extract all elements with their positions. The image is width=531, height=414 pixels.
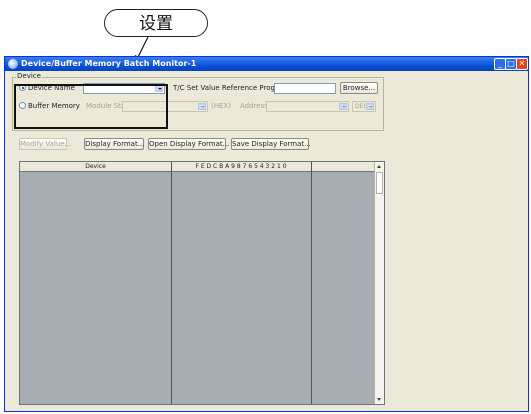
address-label: Address [240, 102, 268, 110]
column-divider [311, 162, 312, 404]
scroll-thumb[interactable] [376, 172, 383, 194]
title-bar[interactable]: Device/Buffer Memory Batch Monitor-1 _ □… [5, 57, 528, 71]
column-device: Device [85, 163, 106, 170]
grid-header: Device F E D C B A 9 8 7 6 5 4 3 2 1 0 [20, 162, 384, 172]
address-format-select[interactable]: DEC [352, 101, 376, 112]
browse-button[interactable]: Browse... [340, 82, 378, 94]
column-value [312, 162, 375, 171]
modify-value-button[interactable]: Modify Value... [19, 138, 71, 150]
device-group-label: Device [16, 72, 42, 80]
column-divider [171, 162, 172, 404]
vertical-scrollbar[interactable] [374, 162, 384, 404]
tc-program-label: T/C Set Value Reference Program [173, 84, 289, 92]
scroll-down-icon[interactable] [377, 398, 381, 401]
address-combo[interactable] [266, 101, 349, 112]
tc-program-field[interactable] [274, 83, 336, 94]
app-icon [8, 59, 18, 69]
callout-bubble: 设置 [104, 9, 208, 37]
chevron-down-icon[interactable] [198, 103, 206, 110]
save-display-format-button[interactable]: Save Display Format... [231, 138, 311, 150]
callout-text: 设置 [139, 14, 173, 34]
module-start-unit: (HEX) [211, 102, 231, 110]
chevron-down-icon[interactable] [339, 103, 347, 110]
scroll-up-icon[interactable] [377, 165, 381, 168]
device-grid[interactable]: Device F E D C B A 9 8 7 6 5 4 3 2 1 0 [19, 161, 385, 405]
display-format-button[interactable]: Display Format... [84, 138, 144, 150]
window-title: Device/Buffer Memory Batch Monitor-1 [21, 59, 197, 68]
column-bits: F E D C B A 9 8 7 6 5 4 3 2 1 0 [195, 163, 287, 170]
open-display-format-button[interactable]: Open Display Format... [148, 138, 229, 150]
close-button[interactable]: ✕ [516, 58, 528, 70]
chevron-down-icon[interactable] [366, 103, 374, 110]
device-selection-highlight [14, 84, 168, 129]
